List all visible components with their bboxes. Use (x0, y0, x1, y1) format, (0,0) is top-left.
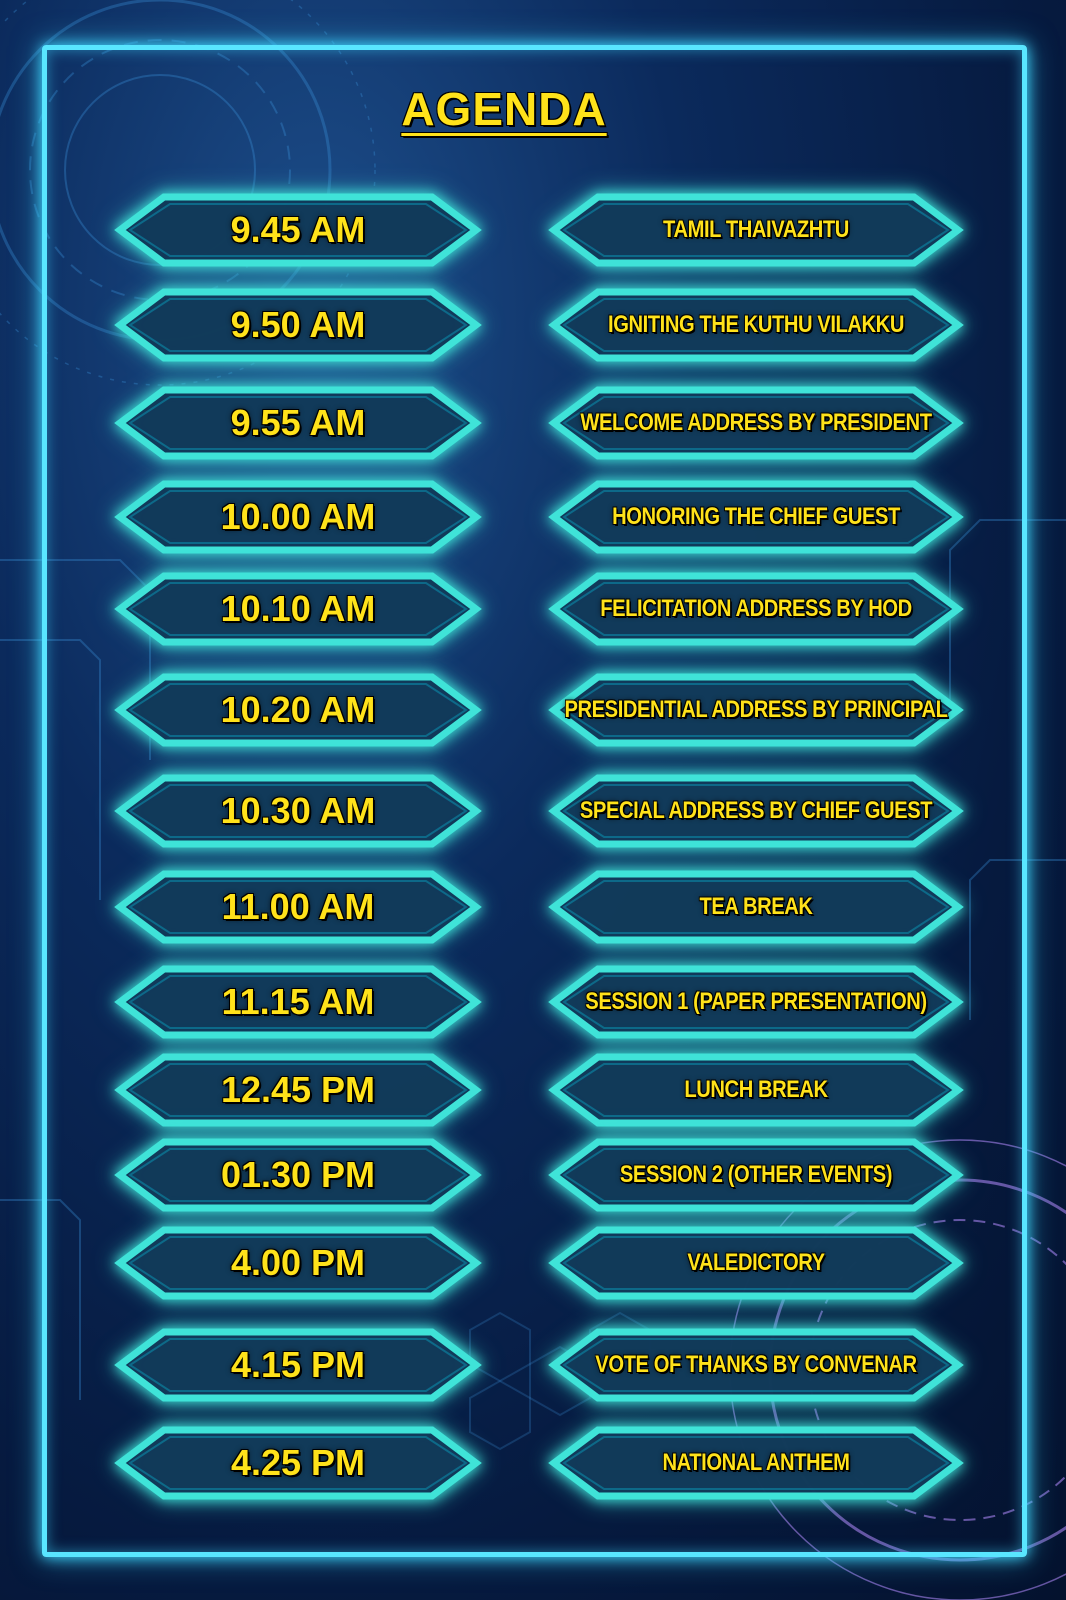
agenda-event-pill: WELCOME ADDRESS BY PRESIDENT (548, 386, 964, 460)
agenda-event-pill: IGNITING THE KUTHU VILAKKU (548, 288, 964, 362)
agenda-event: VALEDICTORY (687, 1249, 825, 1276)
agenda-time: 4.15 PM (230, 1344, 366, 1385)
agenda-event: TAMIL THAIVAZHTU (663, 216, 849, 243)
agenda-event: NATIONAL ANTHEM (662, 1449, 850, 1476)
agenda-time: 10.00 AM (220, 496, 376, 537)
agenda-time-pill: 11.15 AM (114, 965, 482, 1039)
agenda-event-pill: SESSION 1 (PAPER PRESENTATION) (548, 965, 964, 1039)
agenda-time-pill: 9.55 AM (114, 386, 482, 460)
agenda-time: 10.10 AM (220, 588, 376, 629)
agenda-event: SESSION 1 (PAPER PRESENTATION) (585, 988, 927, 1015)
agenda-event: SESSION 2 (OTHER EVENTS) (619, 1161, 893, 1188)
agenda-event: IGNITING THE KUTHU VILAKKU (608, 311, 904, 338)
agenda-time: 9.50 AM (230, 304, 366, 345)
agenda-time: 4.00 PM (230, 1242, 366, 1283)
agenda-time: 9.55 AM (230, 402, 366, 443)
agenda-event-pill: VALEDICTORY (548, 1226, 964, 1300)
agenda-time-pill: 9.45 AM (114, 193, 482, 267)
agenda-time-pill: 9.50 AM (114, 288, 482, 362)
agenda-time-pill: 10.20 AM (114, 673, 482, 747)
agenda-time-pill: 11.00 AM (114, 870, 482, 944)
agenda-time-pill: 10.30 AM (114, 774, 482, 848)
agenda-time-pill: 10.00 AM (114, 480, 482, 554)
agenda-time-pill: 01.30 PM (114, 1138, 482, 1212)
agenda-event-pill: NATIONAL ANTHEM (548, 1426, 964, 1500)
agenda-event: TEA BREAK (699, 893, 813, 920)
agenda-event: SPECIAL ADDRESS BY CHIEF GUEST (579, 797, 933, 824)
agenda-time-pill: 4.15 PM (114, 1328, 482, 1402)
agenda-event-pill: TAMIL THAIVAZHTU (548, 193, 964, 267)
agenda-event: FELICITATION ADDRESS BY HOD (600, 595, 912, 622)
agenda-event-pill: FELICITATION ADDRESS BY HOD (548, 572, 964, 646)
agenda-time: 01.30 PM (220, 1154, 376, 1195)
agenda-time-pill: 10.10 AM (114, 572, 482, 646)
agenda-event-pill: SPECIAL ADDRESS BY CHIEF GUEST (548, 774, 964, 848)
agenda-event: VOTE OF THANKS BY CONVENAR (595, 1351, 917, 1378)
agenda-event-pill: PRESIDENTIAL ADDRESS BY PRINCIPAL (548, 673, 964, 747)
agenda-time: 10.30 AM (220, 790, 376, 831)
agenda-event: PRESIDENTIAL ADDRESS BY PRINCIPAL (564, 696, 948, 723)
agenda-time-pill: 4.00 PM (114, 1226, 482, 1300)
agenda-event: WELCOME ADDRESS BY PRESIDENT (580, 409, 932, 436)
agenda-event: HONORING THE CHIEF GUEST (612, 503, 900, 530)
agenda-time: 10.20 AM (220, 689, 376, 730)
agenda-time: 12.45 PM (220, 1069, 376, 1110)
agenda-event-pill: LUNCH BREAK (548, 1053, 964, 1127)
agenda-event-pill: VOTE OF THANKS BY CONVENAR (548, 1328, 964, 1402)
agenda-time: 4.25 PM (230, 1442, 366, 1483)
agenda-time: 11.00 AM (221, 886, 375, 927)
page-title: AGENDA (401, 83, 607, 135)
agenda-event-pill: HONORING THE CHIEF GUEST (548, 480, 964, 554)
agenda-event-pill: TEA BREAK (548, 870, 964, 944)
agenda-event-pill: SESSION 2 (OTHER EVENTS) (548, 1138, 964, 1212)
agenda-event: LUNCH BREAK (684, 1076, 828, 1103)
agenda-time-pill: 12.45 PM (114, 1053, 482, 1127)
agenda-time: 11.15 AM (221, 981, 375, 1022)
agenda-time-pill: 4.25 PM (114, 1426, 482, 1500)
agenda-time: 9.45 AM (230, 209, 366, 250)
